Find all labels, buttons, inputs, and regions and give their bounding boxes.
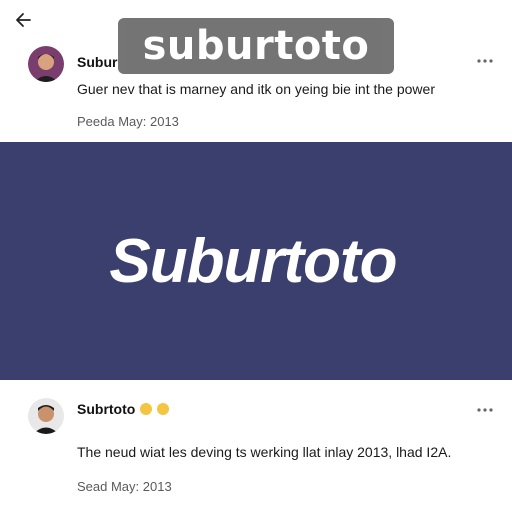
brand-banner-image: Suburtoto xyxy=(0,142,512,380)
avatar[interactable] xyxy=(28,398,64,434)
post-text: The neud wiat les deving ts werking llat… xyxy=(77,444,452,460)
post-date: Sead May: 2013 xyxy=(77,479,172,494)
post-text: Guer nev that is marney and itk on yeing… xyxy=(77,81,435,97)
grinning-face-emoji-icon xyxy=(140,403,153,415)
back-arrow-icon[interactable] xyxy=(14,10,34,30)
more-options-icon[interactable] xyxy=(475,402,495,412)
overlay-title: suburtoto xyxy=(142,23,370,69)
banner-logo-text: Suburtoto xyxy=(109,226,397,296)
more-options-icon[interactable] xyxy=(475,53,495,63)
post-date: Peeda May: 2013 xyxy=(77,114,179,129)
post-username[interactable]: Subur xyxy=(77,54,117,70)
avatar[interactable] xyxy=(28,46,64,82)
grinning-face-emoji-icon xyxy=(157,403,170,415)
post-username[interactable]: Subrtoto xyxy=(77,401,170,417)
overlay-title-banner: suburtoto xyxy=(118,18,394,74)
post-username-text: Subrtoto xyxy=(77,401,136,417)
